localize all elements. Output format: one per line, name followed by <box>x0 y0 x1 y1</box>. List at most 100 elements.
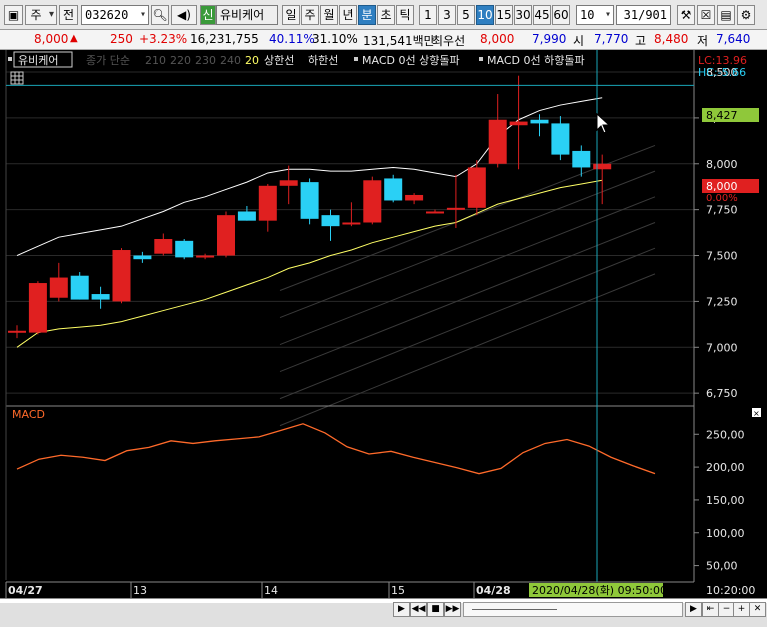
candle-body <box>70 275 89 300</box>
checkbox-icon[interactable]: ☒ <box>697 5 715 25</box>
stop-icon[interactable]: ■ <box>427 602 444 617</box>
candle-body <box>175 240 194 258</box>
stock-code-input[interactable]: 032620 <box>81 5 149 25</box>
candle-body <box>509 121 528 126</box>
period-tab[interactable]: 틱 <box>396 5 414 25</box>
high-price: 8,480 <box>654 32 689 46</box>
candle-body <box>551 123 570 155</box>
low-price: 7,640 <box>716 32 751 46</box>
interval-button[interactable]: 60 <box>552 5 570 25</box>
price-change: 250 <box>110 32 133 46</box>
x-tick-label: 13 <box>133 584 147 597</box>
interval-button[interactable]: 30 <box>514 5 532 25</box>
toolbar: ▣ 주 전 032620 🔍︎ ◀) 신 유비케어 일주월년분초틱 135101… <box>0 0 767 30</box>
credit-badge: 신 <box>200 5 216 25</box>
ratio-2: 31.10% <box>312 32 358 46</box>
fast-forward-icon[interactable]: ▶▶ <box>444 602 461 617</box>
page-field[interactable]: 31/901 <box>616 5 671 25</box>
cursor-time-label: 2020/04/28(화) 09:50:00 <box>532 584 667 597</box>
scroll-right-icon[interactable]: ▶ <box>685 602 702 617</box>
volume: 16,231,755 <box>190 32 259 46</box>
count-select[interactable]: 10 <box>576 5 614 25</box>
interval-button[interactable]: 10 <box>476 5 494 25</box>
candle-body <box>363 180 382 223</box>
price-tick-label: 7,000 <box>706 341 738 354</box>
trade-amount: 131,541백만 <box>363 34 435 48</box>
play-icon[interactable]: ▶ <box>393 602 410 617</box>
window-icon[interactable]: ▣ <box>4 5 23 25</box>
settings-icon[interactable]: ⚙ <box>737 5 755 25</box>
change-percent: +3.23% <box>139 32 188 46</box>
legend-ma-label: 종가 단순 <box>86 54 130 67</box>
ratio-1: 40.11% <box>269 32 315 46</box>
scroll-track[interactable] <box>463 602 683 617</box>
axis-time-label: 10:20:00 <box>706 584 755 597</box>
hc-value: HC:-5.66 <box>698 66 746 79</box>
interval-buttons: 1 3 5 10 15 30 45 60 <box>419 5 573 25</box>
open-price: 7,770 <box>594 32 629 46</box>
collapse-icon[interactable]: ⇤ <box>702 602 719 617</box>
candle-body <box>258 185 277 221</box>
scroll-bar: ▶ ◀◀ ■ ▶▶ ▶ ⇤ − + ✕ <box>0 598 767 627</box>
macd-title: MACD <box>12 408 45 421</box>
candle-body <box>530 119 549 124</box>
legend-macd-up: MACD 0선 상향돌파 <box>362 54 460 67</box>
macd-tick-label: 250,00 <box>706 428 745 441</box>
candle-body <box>28 283 47 333</box>
candle-body <box>237 211 256 221</box>
up-arrow-icon: ▲ <box>70 33 78 44</box>
crosshair-price-tag: 8,427 <box>706 109 738 122</box>
period-tab[interactable]: 일 <box>282 5 300 25</box>
low-label: 저 <box>697 34 709 48</box>
period-tab[interactable]: 월 <box>320 5 338 25</box>
save-icon[interactable]: ▤ <box>717 5 735 25</box>
legend-stock-name: 유비케어 <box>18 54 58 67</box>
interval-button[interactable]: 45 <box>533 5 551 25</box>
candle-body <box>112 250 131 302</box>
interval-button[interactable]: 1 <box>419 5 437 25</box>
candle-body <box>300 182 319 219</box>
legend-macd-down: MACD 0선 하향돌파 <box>487 53 585 67</box>
interval-button[interactable]: 15 <box>495 5 513 25</box>
best-order-label: 최우선 <box>432 34 466 48</box>
interval-button[interactable]: 5 <box>457 5 475 25</box>
candle-body <box>133 255 152 260</box>
legend-ma-20: 20 <box>245 54 259 67</box>
interval-button[interactable]: 3 <box>438 5 456 25</box>
candle-body <box>467 167 486 208</box>
price-tick-label: 6,750 <box>706 387 738 400</box>
period-tab[interactable]: 초 <box>377 5 395 25</box>
macd-close-glyph: × <box>753 409 760 418</box>
high-label: 고 <box>635 34 647 48</box>
candle-body <box>279 180 298 186</box>
page-value: 31 <box>623 8 639 22</box>
price-tick-label: 7,500 <box>706 250 738 263</box>
period-tab[interactable]: 분 <box>358 5 376 25</box>
stock-chart[interactable]: 8,5008,2508,0007,7507,5007,2507,0006,750… <box>0 50 767 598</box>
candle-body <box>196 255 215 258</box>
rewind-icon[interactable]: ◀◀ <box>410 602 427 617</box>
ask-price: 8,000 <box>480 32 515 46</box>
tools-icon[interactable]: ⚒ <box>677 5 695 25</box>
candle-body <box>321 215 340 227</box>
close-icon[interactable]: ✕ <box>749 602 766 617</box>
candle-body <box>217 215 235 256</box>
macd-tick-label: 100,00 <box>706 527 745 540</box>
period-tab[interactable]: 년 <box>339 5 357 25</box>
mode-select[interactable]: 주 <box>25 5 57 25</box>
period-tab[interactable]: 주 <box>301 5 319 25</box>
bid-price: 7,990 <box>532 32 567 46</box>
macd-tick-label: 200,00 <box>706 461 745 474</box>
period-tabs: 일주월년분초틱 <box>282 5 416 25</box>
candle-body <box>8 330 26 333</box>
candle-body <box>572 150 591 168</box>
market-button[interactable]: 전 <box>59 5 78 25</box>
price-tick-label: 7,250 <box>706 295 738 308</box>
search-icon[interactable]: 🔍︎ <box>151 5 169 25</box>
candle-body <box>405 194 424 201</box>
stock-name: 유비케어 <box>216 5 278 25</box>
speaker-icon[interactable]: ◀) <box>171 5 197 25</box>
x-tick-label: 14 <box>264 584 278 597</box>
candle-body <box>593 163 612 170</box>
zoom-in-icon[interactable]: + <box>733 602 750 617</box>
